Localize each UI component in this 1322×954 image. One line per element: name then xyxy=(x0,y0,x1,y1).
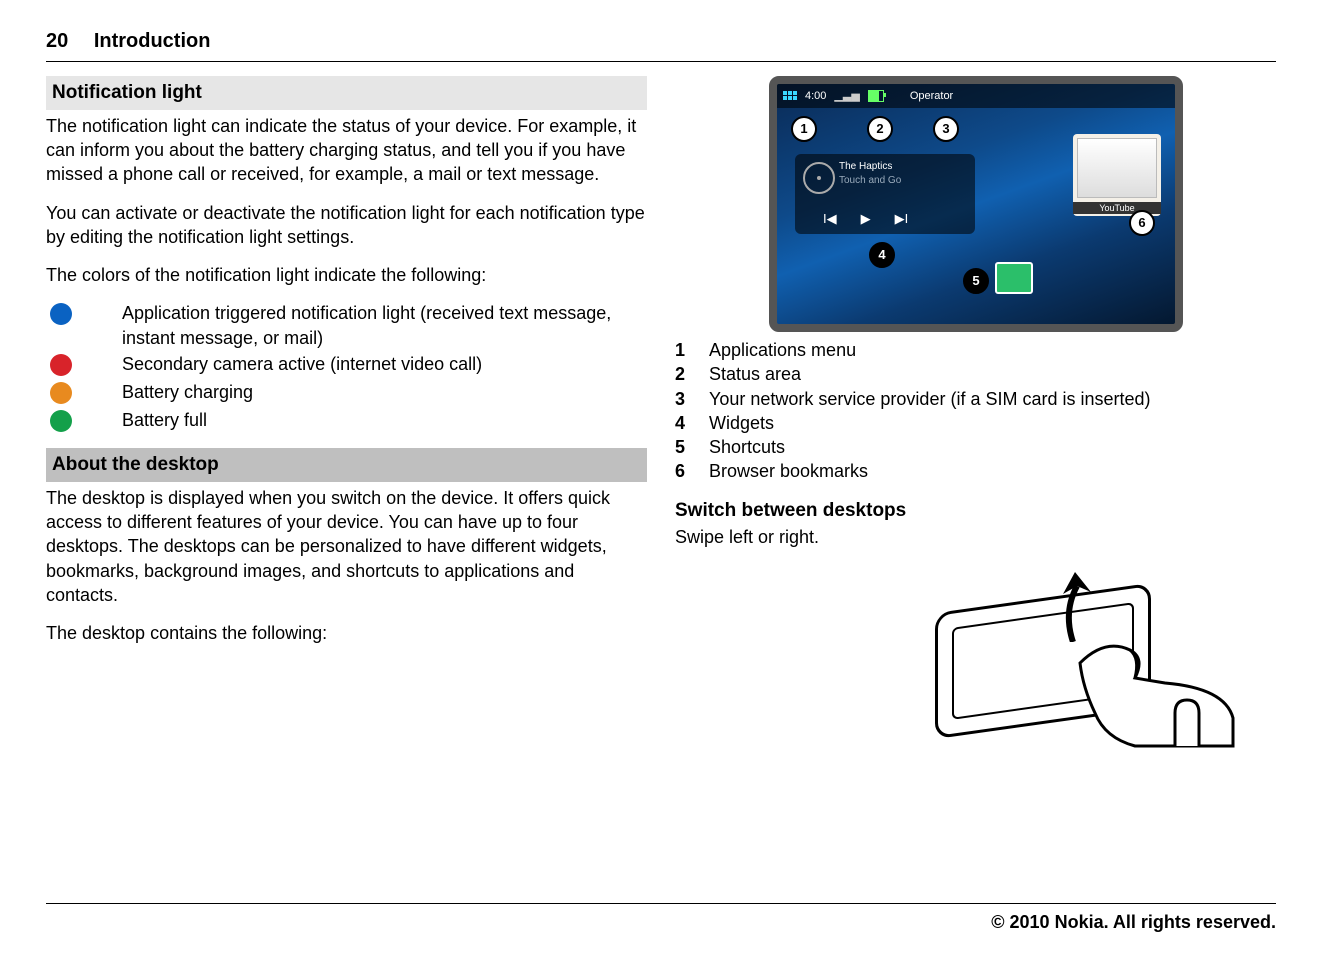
callout-4: 4 xyxy=(869,242,895,268)
led-row: Application triggered notification light… xyxy=(46,301,647,350)
led-desc: Battery full xyxy=(122,408,207,432)
device-screenshot: 4:00 ▁▃▅ Operator 1 2 3 The Haptics Touc… xyxy=(769,76,1183,332)
callout-3: 3 xyxy=(933,116,959,142)
hand-icon xyxy=(1075,628,1235,748)
callout-legend: 1Applications menu 2Status area 3Your ne… xyxy=(675,338,1276,484)
signal-icon: ▁▃▅ xyxy=(834,89,859,104)
legend-row: 4Widgets xyxy=(675,411,1276,435)
led-dot-red xyxy=(50,354,72,376)
prev-icon: I◀ xyxy=(823,210,837,228)
callout-6: 6 xyxy=(1129,210,1155,236)
led-dot-green xyxy=(50,410,72,432)
youtube-bookmark: YouTube xyxy=(1073,134,1161,216)
play-icon: ▶ xyxy=(861,210,871,228)
track-title: The Haptics xyxy=(839,160,969,174)
body-text: The notification light can indicate the … xyxy=(46,114,647,187)
legend-row: 5Shortcuts xyxy=(675,435,1276,459)
led-row: Battery full xyxy=(46,408,647,434)
led-dot-blue xyxy=(50,303,72,325)
next-icon: ▶I xyxy=(895,210,909,228)
body-text: Swipe left or right. xyxy=(675,525,1276,549)
page-header: 20 Introduction xyxy=(46,28,1276,62)
body-text: The desktop contains the following: xyxy=(46,621,647,645)
track-subtitle: Touch and Go xyxy=(839,174,969,188)
body-text: The desktop is displayed when you switch… xyxy=(46,486,647,607)
left-column: Notification light The notification ligh… xyxy=(46,76,647,748)
status-bar: 4:00 ▁▃▅ Operator xyxy=(777,84,1175,108)
body-text: You can activate or deactivate the notif… xyxy=(46,201,647,250)
right-column: 4:00 ▁▃▅ Operator 1 2 3 The Haptics Touc… xyxy=(675,76,1276,748)
section-heading-about-desktop: About the desktop xyxy=(46,448,647,482)
led-color-list: Application triggered notification light… xyxy=(46,301,647,434)
swipe-illustration xyxy=(925,558,1225,748)
callout-2: 2 xyxy=(867,116,893,142)
apps-grid-icon xyxy=(783,91,797,101)
chapter-title: Introduction xyxy=(94,30,211,52)
album-disc-icon xyxy=(803,162,835,194)
led-desc: Secondary camera active (internet video … xyxy=(122,352,482,376)
page-number: 20 xyxy=(46,28,68,55)
operator-label: Operator xyxy=(910,89,953,104)
led-desc: Application triggered notification light… xyxy=(122,301,647,350)
legend-row: 1Applications menu xyxy=(675,338,1276,362)
body-text: The colors of the notification light ind… xyxy=(46,263,647,287)
legend-row: 3Your network service provider (if a SIM… xyxy=(675,387,1276,411)
led-row: Battery charging xyxy=(46,380,647,406)
callout-1: 1 xyxy=(791,116,817,142)
legend-row: 2Status area xyxy=(675,362,1276,386)
section-heading-notification-light: Notification light xyxy=(46,76,647,110)
led-desc: Battery charging xyxy=(122,380,253,404)
music-widget: The Haptics Touch and Go I◀ ▶ ▶I xyxy=(795,154,975,234)
page-footer: © 2010 Nokia. All rights reserved. xyxy=(46,903,1276,934)
callout-5: 5 xyxy=(963,268,989,294)
led-dot-orange xyxy=(50,382,72,404)
sub-heading-switch-desktops: Switch between desktops xyxy=(675,498,1276,524)
led-row: Secondary camera active (internet video … xyxy=(46,352,647,378)
battery-icon xyxy=(868,90,884,102)
clock-text: 4:00 xyxy=(805,89,826,104)
legend-row: 6Browser bookmarks xyxy=(675,459,1276,483)
photos-shortcut-icon xyxy=(995,262,1033,294)
